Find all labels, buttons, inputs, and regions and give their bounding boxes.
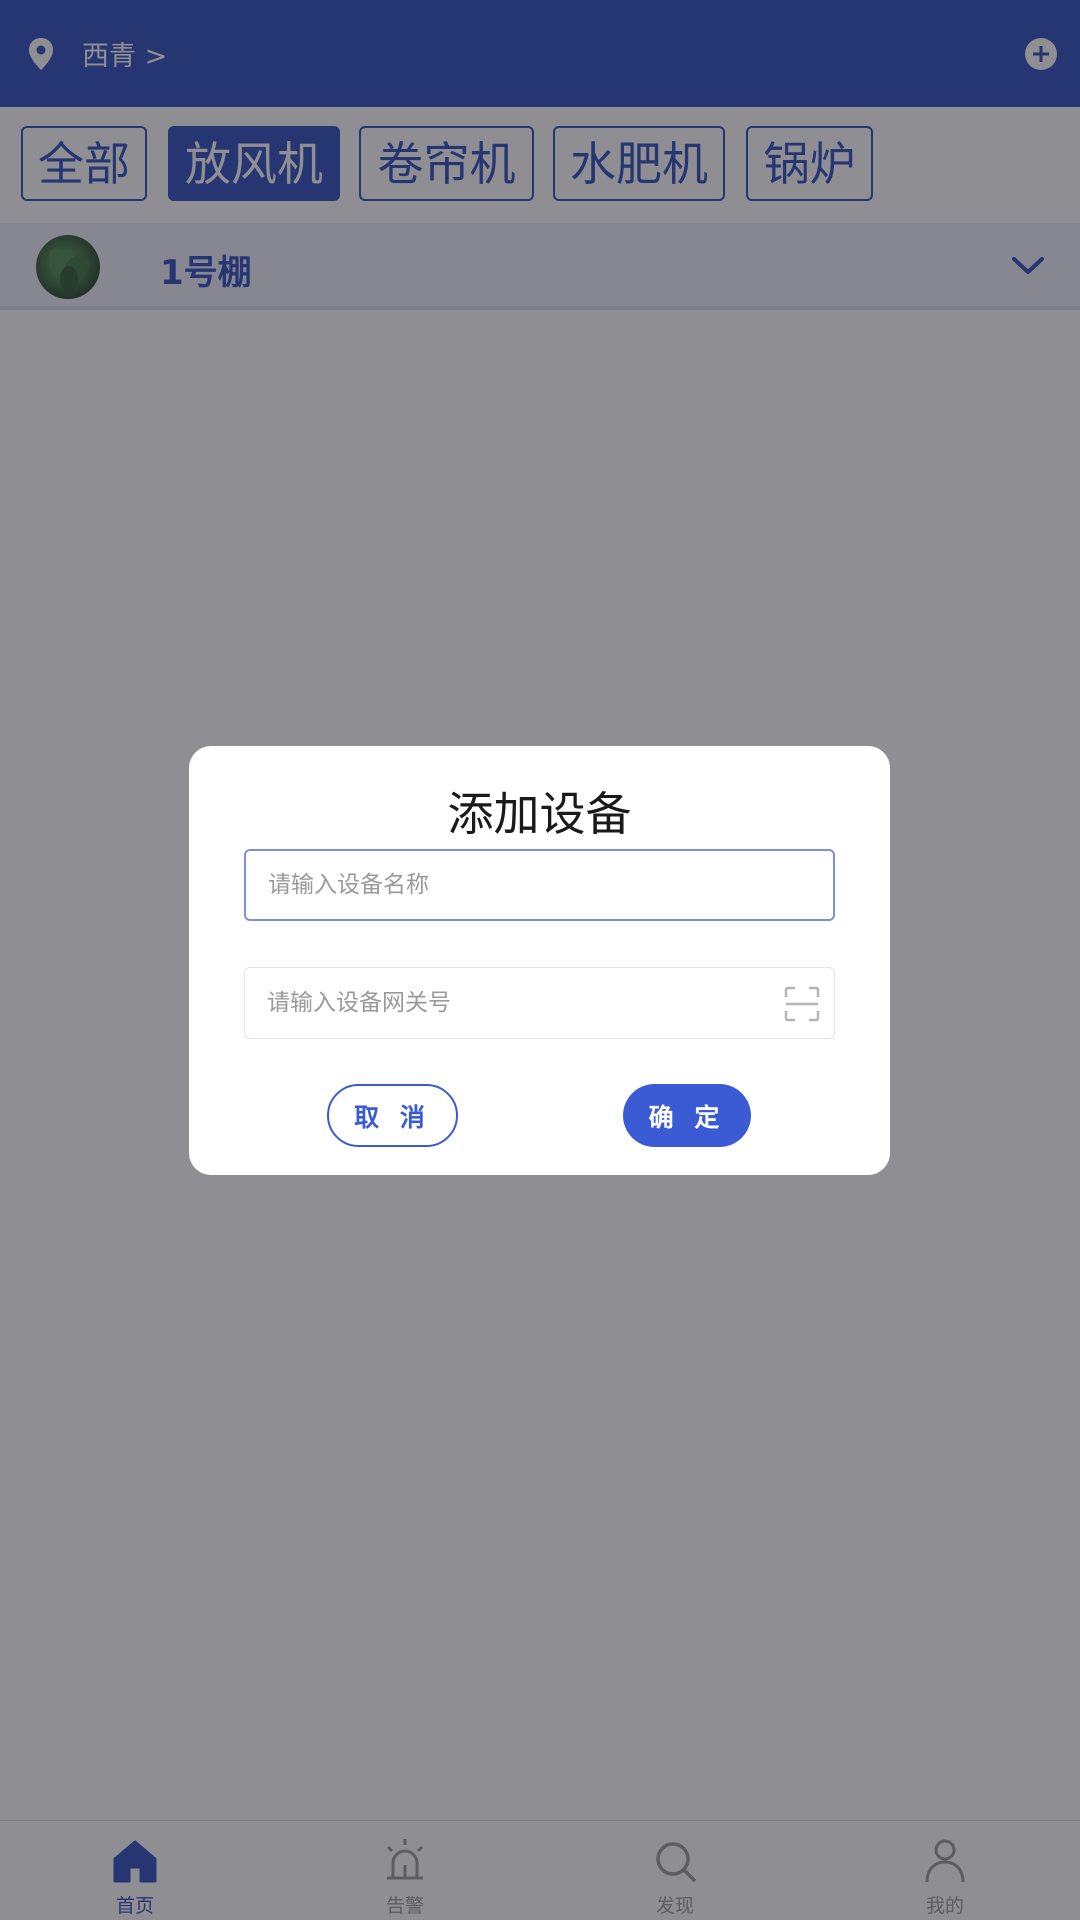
confirm-button[interactable]: 确 定 bbox=[623, 1084, 751, 1147]
gateway-number-input[interactable] bbox=[245, 968, 834, 1038]
device-name-input[interactable] bbox=[246, 851, 833, 919]
dialog-title: 添加设备 bbox=[447, 787, 632, 841]
gateway-field bbox=[244, 967, 835, 1039]
scan-icon[interactable] bbox=[784, 986, 820, 1022]
add-device-dialog: 添加设备 取 消 确 定 bbox=[189, 746, 890, 1175]
cancel-button[interactable]: 取 消 bbox=[327, 1084, 458, 1147]
device-name-field bbox=[244, 849, 835, 921]
app-screen: 西青 > 全部 放风机 卷帘机 水肥机 锅炉 1号棚 bbox=[0, 0, 1080, 1920]
